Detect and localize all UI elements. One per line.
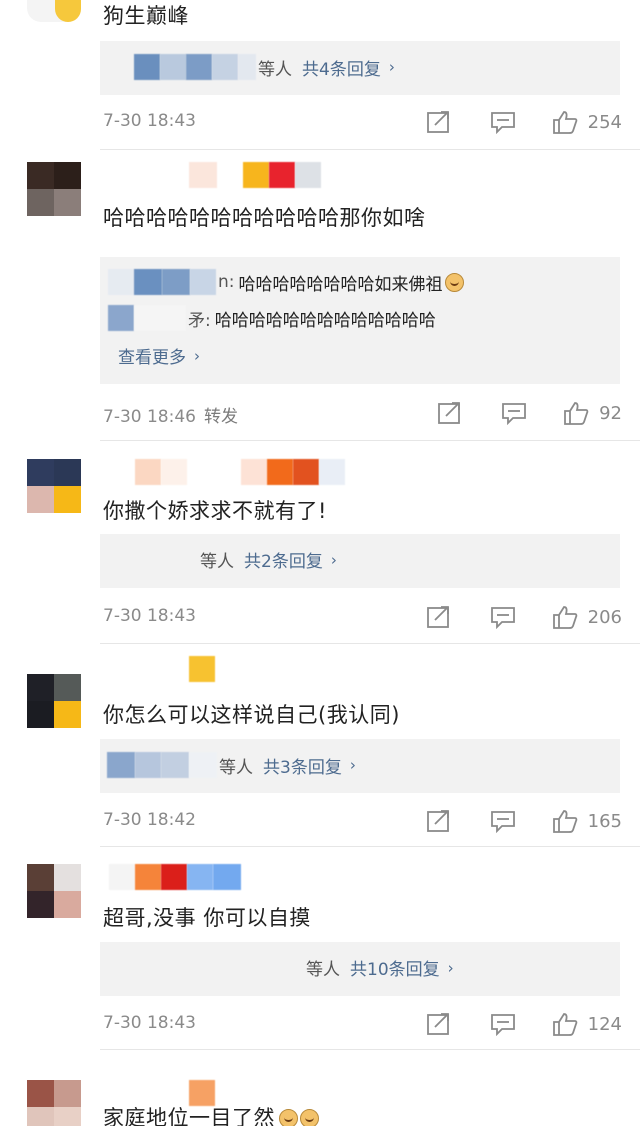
avatar[interactable] xyxy=(27,1080,81,1126)
reply-preview-box[interactable]: 等人 共2条回复 › xyxy=(100,534,620,588)
doge-emoji-icon xyxy=(279,1109,298,1126)
chevron-right-icon: › xyxy=(388,58,395,76)
reply-preview-box[interactable]: 等人 共3条回复 › xyxy=(100,739,620,793)
comment-text: 哈哈哈哈哈哈哈哈哈哈哈那你如啥 xyxy=(103,206,426,230)
reply-text: 哈哈哈哈哈哈哈哈哈哈哈哈哈 xyxy=(214,310,436,331)
comment-text: 超哥,没事 你可以自摸 xyxy=(103,906,311,930)
thumbs-up-icon[interactable] xyxy=(563,401,589,425)
comment-actions: 254 xyxy=(426,110,622,134)
share-icon[interactable] xyxy=(426,110,452,134)
avatar[interactable] xyxy=(27,864,81,918)
comment-icon[interactable] xyxy=(490,809,516,833)
comment-icon[interactable] xyxy=(490,110,516,134)
reply-preview-box[interactable]: 等人 共4条回复 › xyxy=(100,41,620,95)
comment-item: 哈哈哈哈哈哈哈哈哈哈哈那你如啥 n: 哈哈哈哈哈哈哈哈如来佛祖 矛: 哈哈哈哈哈… xyxy=(0,150,640,441)
like-count: 254 xyxy=(587,111,622,133)
forward-link[interactable]: 转发 xyxy=(204,407,238,427)
share-icon[interactable] xyxy=(426,1012,452,1036)
comment-actions: 124 xyxy=(426,1012,622,1036)
share-icon[interactable] xyxy=(426,809,452,833)
like-count: 92 xyxy=(599,402,622,424)
thumbs-up-icon[interactable] xyxy=(552,110,578,134)
share-icon[interactable] xyxy=(426,605,452,629)
share-icon[interactable] xyxy=(437,401,463,425)
reply-user-tail: n: xyxy=(218,272,235,292)
comment-item: 你撒个娇求求不就有了! 等人 共2条回复 › 7-30 18:43 206 xyxy=(0,441,640,644)
reply-preview-box[interactable]: n: 哈哈哈哈哈哈哈哈如来佛祖 矛: 哈哈哈哈哈哈哈哈哈哈哈哈哈 查看更多 › xyxy=(100,257,620,384)
chevron-right-icon: › xyxy=(349,756,356,774)
comment-item: 家庭地位一目了然 xyxy=(0,1050,640,1126)
reply-count-link[interactable]: 共3条回复 xyxy=(263,753,342,778)
comment-icon[interactable] xyxy=(490,1012,516,1036)
reply-preview-box[interactable]: 等人 共10条回复 › xyxy=(100,942,620,996)
reply-count-link[interactable]: 共10条回复 xyxy=(350,955,440,980)
blurred-usernames xyxy=(134,54,256,80)
comment-text-body: 家庭地位一目了然 xyxy=(103,1106,275,1126)
chevron-right-icon: › xyxy=(330,550,337,569)
reply-item[interactable]: 矛: 哈哈哈哈哈哈哈哈哈哈哈哈哈 xyxy=(108,305,436,331)
comment-actions: 165 xyxy=(426,809,622,833)
like-count: 124 xyxy=(587,1013,622,1035)
reply-summary[interactable]: 等人 共10条回复 › xyxy=(306,955,454,981)
comment-text: 家庭地位一目了然 xyxy=(103,1102,319,1126)
reply-count-link[interactable]: 共2条回复 xyxy=(244,547,323,572)
comment-actions: 206 xyxy=(426,605,622,629)
reply-item[interactable]: n: 哈哈哈哈哈哈哈哈如来佛祖 xyxy=(108,269,464,295)
chevron-right-icon: › xyxy=(194,346,200,365)
reply-user-tail: 矛: xyxy=(188,310,211,331)
reply-summary[interactable]: 等人 共3条回复 › xyxy=(107,752,356,778)
view-more-link[interactable]: 查看更多 › xyxy=(118,343,200,369)
comment-time: 7-30 18:46 xyxy=(103,407,196,427)
blurred-reply-user xyxy=(108,305,186,331)
reply-suffix: 等人 xyxy=(258,59,292,80)
view-more-label: 查看更多 xyxy=(118,348,186,368)
reply-text: 哈哈哈哈哈哈哈哈如来佛祖 xyxy=(238,274,443,295)
comment-item: 狗生巅峰 等人 共4条回复 › 7-30 18:43 254 xyxy=(0,0,640,150)
avatar[interactable] xyxy=(27,162,81,216)
comment-meta: 7-30 18:46 转发 xyxy=(103,402,238,427)
reply-summary[interactable]: 等人 共2条回复 › xyxy=(200,547,337,573)
reply-suffix: 等人 xyxy=(306,960,340,980)
blurred-username[interactable] xyxy=(103,656,215,682)
comment-text: 狗生巅峰 xyxy=(103,4,189,28)
comment-time: 7-30 18:43 xyxy=(103,606,196,626)
comment-text: 你撒个娇求求不就有了! xyxy=(103,499,327,523)
like-count: 206 xyxy=(587,606,622,628)
doge-emoji-icon xyxy=(300,1109,319,1126)
comment-actions: 92 xyxy=(437,401,622,425)
reply-suffix: 等人 xyxy=(200,552,234,572)
like-count: 165 xyxy=(587,810,622,832)
thumbs-up-icon[interactable] xyxy=(552,809,578,833)
blurred-reply-user xyxy=(108,269,216,295)
avatar[interactable] xyxy=(27,674,81,728)
reply-suffix: 等人 xyxy=(219,757,253,778)
comment-text: 你怎么可以这样说自己(我认同) xyxy=(103,703,400,727)
blurred-username[interactable] xyxy=(103,864,241,890)
comment-time: 7-30 18:43 xyxy=(103,111,196,131)
blurred-usernames xyxy=(107,752,217,778)
comment-time: 7-30 18:43 xyxy=(103,1013,196,1033)
comment-icon[interactable] xyxy=(501,401,527,425)
reply-count-link[interactable]: 共4条回复 xyxy=(302,55,381,80)
blurred-username[interactable] xyxy=(103,459,345,485)
comment-icon[interactable] xyxy=(490,605,516,629)
avatar[interactable] xyxy=(27,459,81,513)
cat-emoji-icon xyxy=(444,272,464,292)
thumbs-up-icon[interactable] xyxy=(552,1012,578,1036)
comment-item: 你怎么可以这样说自己(我认同) 等人 共3条回复 › 7-30 18:42 16… xyxy=(0,644,640,847)
comment-item: 超哥,没事 你可以自摸 等人 共10条回复 › 7-30 18:43 124 xyxy=(0,847,640,1050)
reply-summary[interactable]: 等人 共4条回复 › xyxy=(134,54,395,80)
chevron-right-icon: › xyxy=(447,958,454,977)
thumbs-up-icon[interactable] xyxy=(552,605,578,629)
blurred-username[interactable] xyxy=(103,162,321,188)
comment-time: 7-30 18:42 xyxy=(103,810,196,830)
